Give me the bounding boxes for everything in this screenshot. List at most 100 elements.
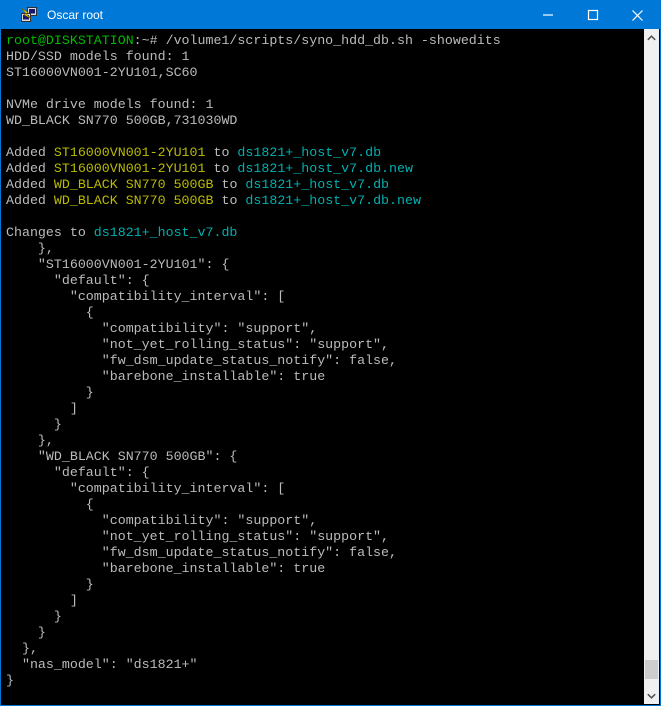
terminal-line: "nas_model": "ds1821+" (6, 657, 644, 673)
terminal-line: { (6, 497, 644, 513)
terminal-line: } (6, 673, 644, 689)
terminal-text-segment: "nas_model": "ds1821+" (6, 657, 198, 672)
terminal-text-segment: "barebone_installable": true (6, 561, 325, 576)
terminal-text-segment: ds1821+_host_v7.db (237, 145, 381, 160)
terminal-text-segment: } (6, 625, 46, 640)
terminal-text-segment: WD_BLACK SN770 500GB,731030WD (6, 113, 237, 128)
terminal-text-segment: "WD_BLACK SN770 500GB": { (6, 449, 237, 464)
chevron-down-icon (647, 693, 656, 699)
terminal-line: "compatibility_interval": [ (6, 289, 644, 305)
terminal-line (6, 209, 644, 225)
terminal-line: "barebone_installable": true (6, 561, 644, 577)
terminal-text-segment: } (6, 417, 62, 432)
terminal-text-segment: ] (6, 593, 78, 608)
close-icon (631, 9, 644, 22)
terminal-line: }, (6, 241, 644, 257)
terminal-text-segment: "fw_dsm_update_status_notify": false, (6, 545, 397, 560)
terminal-line: "default": { (6, 273, 644, 289)
maximize-icon (587, 9, 599, 21)
terminal-line: Added WD_BLACK SN770 500GB to ds1821+_ho… (6, 177, 644, 193)
terminal-line: } (6, 609, 644, 625)
terminal-text-segment: "ST16000VN001-2YU101": { (6, 257, 229, 272)
terminal-text-segment: ] (6, 401, 78, 416)
minimize-icon (542, 9, 554, 21)
terminal-line: "compatibility": "support", (6, 513, 644, 529)
chevron-up-icon (647, 35, 656, 41)
terminal-text-segment: "compatibility": "support", (6, 513, 317, 528)
terminal-text-segment: WD_BLACK SN770 500GB (54, 177, 214, 192)
minimize-button[interactable] (525, 1, 570, 29)
terminal-line: NVMe drive models found: 1 (6, 97, 644, 113)
terminal-text-segment: :~# /volume1/scripts/syno_hdd_db.sh -sho… (134, 33, 501, 48)
terminal-text-segment: NVMe drive models found: 1 (6, 97, 213, 112)
terminal-text-segment: }, (6, 641, 38, 656)
terminal-text-segment: to (206, 161, 238, 176)
terminal-line: ] (6, 401, 644, 417)
terminal-line: "fw_dsm_update_status_notify": false, (6, 353, 644, 369)
terminal-text-segment: { (6, 305, 94, 320)
terminal-line: } (6, 625, 644, 641)
terminal-text-segment: } (6, 673, 14, 688)
terminal-line: HDD/SSD models found: 1 (6, 49, 644, 65)
terminal-text-segment: "not_yet_rolling_status": "support", (6, 529, 389, 544)
terminal-text-segment: }, (6, 433, 54, 448)
terminal-line: } (6, 577, 644, 593)
terminal-body[interactable]: root@DISKSTATION:~# /volume1/scripts/syn… (2, 29, 644, 704)
terminal-line (6, 81, 644, 97)
terminal-text-segment: ST16000VN001-2YU101 (54, 145, 206, 160)
terminal-text-segment: } (6, 577, 94, 592)
terminal-text-segment: ST16000VN001-2YU101 (54, 161, 206, 176)
terminal-text-segment: ds1821+_host_v7.db.new (245, 193, 421, 208)
terminal-line: { (6, 305, 644, 321)
terminal-text-segment: "not_yet_rolling_status": "support", (6, 337, 389, 352)
terminal-text-segment: Added (6, 193, 54, 208)
terminal-text-segment: HDD/SSD models found: 1 (6, 49, 190, 64)
terminal-text-segment: to (213, 177, 245, 192)
terminal-line: } (6, 385, 644, 401)
scrollbar[interactable] (644, 29, 659, 704)
terminal-text-segment: "barebone_installable": true (6, 369, 325, 384)
terminal-line: Added WD_BLACK SN770 500GB to ds1821+_ho… (6, 193, 644, 209)
terminal-text-segment: }, (6, 241, 54, 256)
close-button[interactable] (615, 1, 660, 29)
terminal-text-segment: to (213, 193, 245, 208)
terminal-line: ] (6, 593, 644, 609)
terminal-line: "default": { (6, 465, 644, 481)
terminal-text-segment: "default": { (6, 465, 150, 480)
terminal-line: "not_yet_rolling_status": "support", (6, 337, 644, 353)
terminal-line (6, 129, 644, 145)
terminal-text-segment: ds1821+_host_v7.db.new (237, 161, 413, 176)
titlebar[interactable]: Oscar root (1, 1, 660, 29)
terminal-line: } (6, 417, 644, 433)
terminal-line: }, (6, 433, 644, 449)
terminal-text-segment: to (206, 145, 238, 160)
terminal-text-segment: { (6, 497, 94, 512)
terminal-text-segment: "fw_dsm_update_status_notify": false, (6, 353, 397, 368)
terminal-text-segment: "compatibility_interval": [ (6, 481, 285, 496)
terminal-text-segment: ds1821+_host_v7.db (94, 225, 238, 240)
putty-icon (20, 6, 37, 24)
terminal-line: Added ST16000VN001-2YU101 to ds1821+_hos… (6, 161, 644, 177)
terminal-text-segment: Changes to (6, 225, 94, 240)
terminal-text-segment: Added (6, 145, 54, 160)
terminal-line: Added ST16000VN001-2YU101 to ds1821+_hos… (6, 145, 644, 161)
terminal-line: ST16000VN001-2YU101,SC60 (6, 65, 644, 81)
scroll-up-button[interactable] (644, 29, 659, 46)
terminal-line: }, (6, 641, 644, 657)
terminal-text-segment: "compatibility_interval": [ (6, 289, 285, 304)
scroll-down-button[interactable] (644, 687, 659, 704)
terminal-line: Changes to ds1821+_host_v7.db (6, 225, 644, 241)
terminal-line: "compatibility_interval": [ (6, 481, 644, 497)
window-title: Oscar root (47, 8, 525, 22)
maximize-button[interactable] (570, 1, 615, 29)
terminal-text-segment: "compatibility": "support", (6, 321, 317, 336)
terminal-text-segment: } (6, 385, 94, 400)
terminal-text-segment: ds1821+_host_v7.db (245, 177, 389, 192)
terminal-line: WD_BLACK SN770 500GB,731030WD (6, 113, 644, 129)
putty-window: Oscar root root@DISKSTATION:~# /volume1/… (0, 0, 661, 706)
terminal-text-segment: Added (6, 177, 54, 192)
terminal-text-segment: Added (6, 161, 54, 176)
terminal-text-segment: WD_BLACK SN770 500GB (54, 193, 214, 208)
scrollbar-thumb[interactable] (645, 660, 658, 679)
terminal-line: "ST16000VN001-2YU101": { (6, 257, 644, 273)
